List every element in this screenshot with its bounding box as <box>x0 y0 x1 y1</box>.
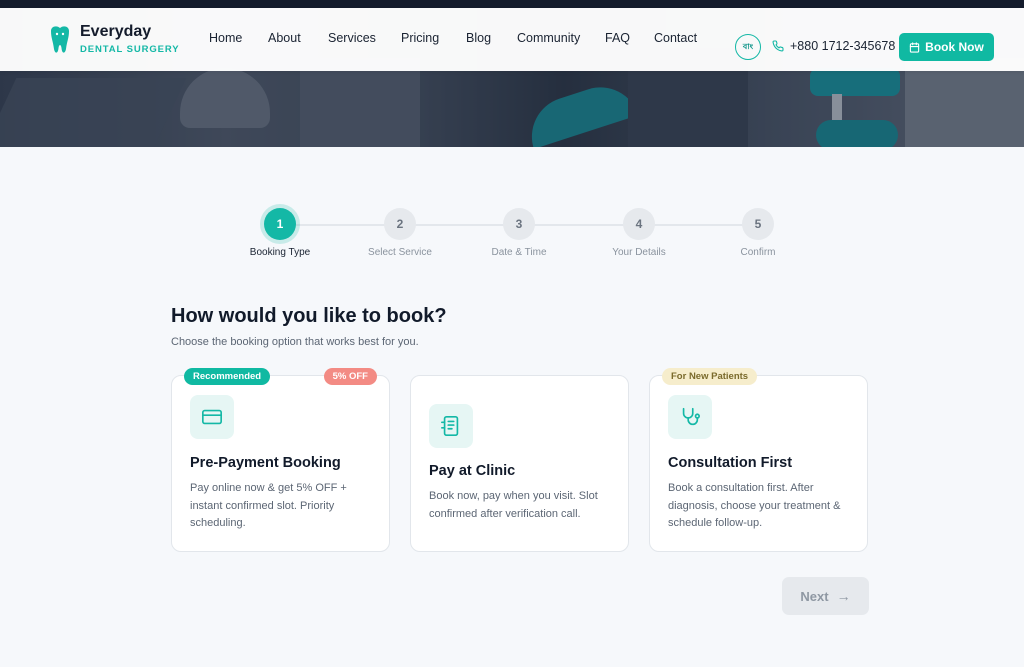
step-label: Booking Type <box>249 247 311 258</box>
step-label: Select Service <box>368 247 432 258</box>
navbar: Everyday DENTAL SURGERY Home About Servi… <box>0 8 1024 71</box>
booking-stepper: 1 Booking Type 2 Select Service 3 Date &… <box>240 208 800 268</box>
nav-community[interactable]: Community <box>517 31 580 45</box>
page-title: How would you like to book? <box>171 305 447 327</box>
nav-faq[interactable]: FAQ <box>605 31 630 45</box>
next-label: Next <box>800 588 829 604</box>
step-number: 3 <box>503 208 535 240</box>
step-label: Your Details <box>612 247 666 258</box>
language-toggle-button[interactable]: বাং <box>735 34 761 60</box>
next-button[interactable]: Next → <box>782 577 869 615</box>
new-patients-badge: For New Patients <box>662 368 758 385</box>
step-date-time[interactable]: 3 Date & Time <box>469 208 569 258</box>
option-card-pay-at-clinic[interactable]: Pay at Clinic Book now, pay when you vis… <box>410 375 629 552</box>
step-select-service[interactable]: 2 Select Service <box>350 208 450 258</box>
tooth-icon <box>51 26 69 53</box>
step-number: 5 <box>742 208 774 240</box>
calendar-icon <box>909 41 920 53</box>
option-description: Pay online now & get 5% OFF + instant co… <box>190 482 347 529</box>
nav-about[interactable]: About <box>268 31 301 45</box>
nav-blog[interactable]: Blog <box>466 31 491 45</box>
option-icon-box <box>429 404 473 448</box>
step-number: 4 <box>623 208 655 240</box>
discount-badge: 5% OFF <box>323 368 377 385</box>
nav-pricing[interactable]: Pricing <box>401 31 439 45</box>
nav-services[interactable]: Services <box>328 31 376 45</box>
credit-card-icon <box>202 409 222 425</box>
step-number: 1 <box>264 208 296 240</box>
option-card-pre-payment[interactable]: Recommended 5% OFF Pre-Payment Booking P… <box>171 368 390 552</box>
logo[interactable]: Everyday DENTAL SURGERY <box>49 23 180 57</box>
step-confirm[interactable]: 5 Confirm <box>708 208 808 258</box>
step-number: 2 <box>384 208 416 240</box>
book-now-label: Book Now <box>925 40 984 54</box>
step-booking-type[interactable]: 1 Booking Type <box>230 208 330 258</box>
page-subtitle: Choose the booking option that works bes… <box>171 336 419 348</box>
receipt-icon <box>441 416 459 436</box>
top-strip <box>0 0 1024 8</box>
phone-link[interactable]: +880 1712-345678 <box>772 39 895 53</box>
option-description: Book now, pay when you visit. Slot confi… <box>429 490 598 520</box>
phone-number: +880 1712-345678 <box>790 39 896 53</box>
brand-name: Everyday <box>80 23 152 40</box>
nav-contact[interactable]: Contact <box>654 31 697 45</box>
step-your-details[interactable]: 4 Your Details <box>589 208 689 258</box>
step-label: Confirm <box>740 247 776 258</box>
option-title: Consultation First <box>668 455 793 471</box>
option-card-consultation-first[interactable]: For New Patients Consultation First Book… <box>649 368 868 552</box>
option-description: Book a consultation first. After diagnos… <box>668 482 841 529</box>
option-title: Pay at Clinic <box>429 463 516 479</box>
brand-subtitle: DENTAL SURGERY <box>80 44 180 55</box>
nav-home[interactable]: Home <box>209 31 242 45</box>
option-icon-box <box>668 395 712 439</box>
step-label: Date & Time <box>491 247 547 258</box>
option-icon-box <box>190 395 234 439</box>
book-now-button[interactable]: Book Now <box>899 33 994 61</box>
recommended-badge: Recommended <box>184 368 271 385</box>
option-title: Pre-Payment Booking <box>190 455 341 471</box>
arrow-right-icon: → <box>836 588 851 604</box>
phone-icon <box>772 40 784 52</box>
stethoscope-icon <box>682 407 700 426</box>
